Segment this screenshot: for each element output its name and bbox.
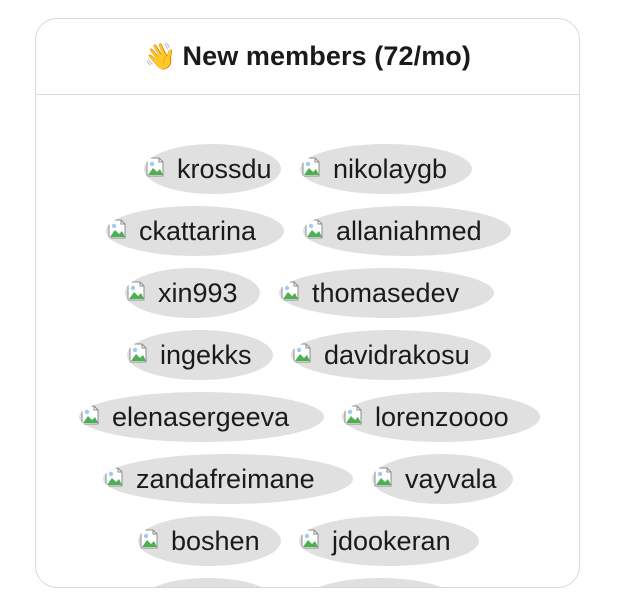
- member-name: jdookeran: [332, 525, 451, 556]
- member-link[interactable]: thomasedev: [279, 268, 494, 318]
- member-link[interactable]: zandafreimane: [103, 454, 353, 504]
- card-header: 👋 New members (72/mo): [36, 19, 579, 95]
- card-title-text: New members (72/mo): [182, 41, 471, 71]
- broken-image-icon: [106, 218, 138, 244]
- member-link[interactable]: [300, 578, 460, 587]
- member-name: nikolaygb: [333, 153, 448, 184]
- broken-image-icon: [144, 156, 176, 182]
- member-name: ingekks: [160, 339, 252, 370]
- member-link[interactable]: jdookeran: [299, 516, 479, 566]
- member-name: thomasedev: [312, 277, 460, 308]
- member-name: xin993: [158, 277, 238, 308]
- member-link[interactable]: xin993: [125, 268, 260, 318]
- broken-image-icon: [291, 342, 323, 368]
- member-name: elenasergeeva: [112, 401, 290, 432]
- card-title: 👋 New members (72/mo): [144, 41, 471, 72]
- member-name: ckattarina: [139, 215, 257, 246]
- members-list: krossdu nikolaygb ckattarina allaniahmed…: [36, 95, 579, 587]
- member-link[interactable]: nikolaygb: [300, 144, 472, 194]
- member-link[interactable]: [138, 578, 278, 587]
- broken-image-icon: [299, 528, 331, 554]
- broken-image-icon: [342, 404, 374, 430]
- member-link[interactable]: elenasergeeva: [79, 392, 324, 442]
- broken-image-icon: [138, 528, 170, 554]
- broken-image-icon: [127, 342, 159, 368]
- broken-image-icon: [300, 156, 332, 182]
- member-link[interactable]: allaniahmed: [303, 206, 511, 256]
- member-name: lorenzoooo: [375, 401, 509, 432]
- member-name: davidrakosu: [324, 339, 470, 370]
- member-link[interactable]: lorenzoooo: [342, 392, 540, 442]
- member-link[interactable]: vayvala: [372, 454, 513, 504]
- member-name: allaniahmed: [336, 215, 482, 246]
- broken-image-icon: [125, 280, 157, 306]
- member-name: zandafreimane: [136, 463, 315, 494]
- broken-image-icon: [372, 466, 404, 492]
- member-link[interactable]: ingekks: [127, 330, 273, 380]
- broken-image-icon: [303, 218, 335, 244]
- member-link[interactable]: boshen: [138, 516, 281, 566]
- broken-image-icon: [103, 466, 135, 492]
- member-name: krossdu: [177, 153, 272, 184]
- waving-hand-icon: 👋: [144, 42, 177, 72]
- broken-image-icon: [79, 404, 111, 430]
- member-link[interactable]: davidrakosu: [291, 330, 491, 380]
- member-link[interactable]: krossdu: [144, 144, 281, 194]
- broken-image-icon: [279, 280, 311, 306]
- member-name: vayvala: [405, 463, 497, 494]
- new-members-card: 👋 New members (72/mo) krossdu nikolaygb c…: [35, 18, 580, 588]
- member-link[interactable]: ckattarina: [106, 206, 284, 256]
- member-name: boshen: [171, 525, 260, 556]
